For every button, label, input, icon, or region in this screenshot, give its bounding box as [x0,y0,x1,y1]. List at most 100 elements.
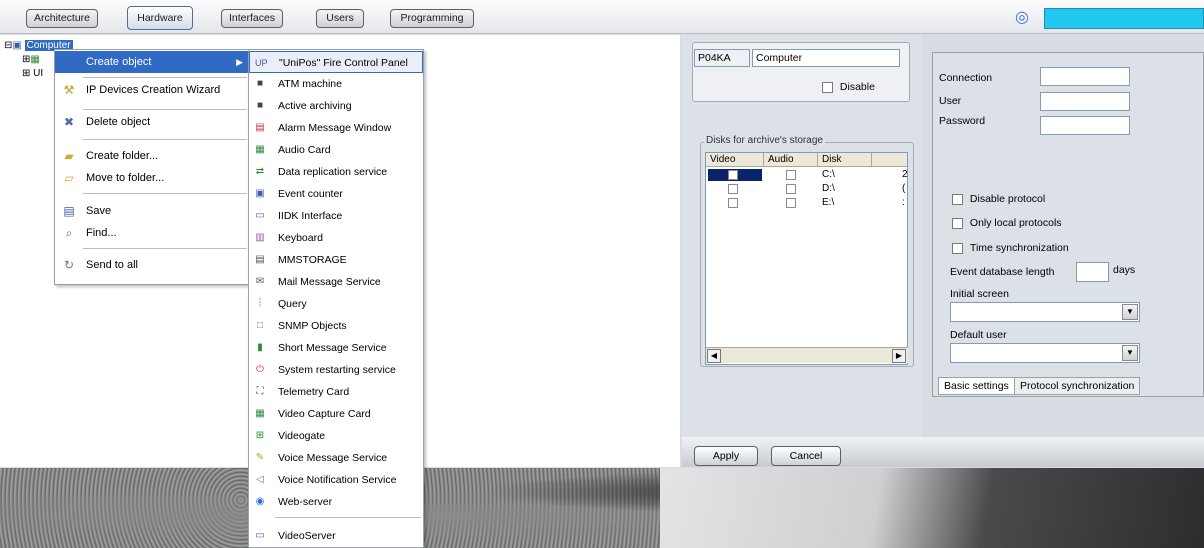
submenu-item-audio-card[interactable]: ▦ Audio Card [249,139,423,161]
menu-item-delete[interactable]: ✖ Delete object [55,111,249,133]
menu-label: Send to all [86,259,138,271]
cancel-button[interactable]: Cancel [771,446,841,466]
menu-item-find[interactable]: ⌕ Find... [55,222,249,244]
apply-button[interactable]: Apply [694,446,758,466]
submenu-item-alarm-window[interactable]: ▤ Alarm Message Window [249,117,423,139]
col-header-disk[interactable]: Disk [818,153,872,167]
submenu-item-sms[interactable]: ▮ Short Message Service [249,337,423,359]
menu-item-create-folder[interactable]: ▰ Create folder... [55,145,249,167]
disable-checkbox[interactable] [822,81,833,93]
chevron-down-icon[interactable]: ▼ [1122,304,1138,320]
object-name-field[interactable]: Computer [752,49,900,67]
col-header-extra[interactable] [872,153,907,167]
default-user-label: Default user [950,329,1007,341]
submenu-item-videoserver[interactable]: ▭ VideoServer [249,525,423,547]
top-toolbar: Architecture Hardware Interfaces Users P… [0,0,1204,34]
submenu-label: Audio Card [278,144,331,156]
extra-cell: 2 [902,169,908,180]
connection-field[interactable] [1040,67,1130,86]
tab-basic-settings[interactable]: Basic settings [938,377,1015,395]
submenu-item-web-server[interactable]: ◉ Web-server [249,491,423,513]
disk-cell: D:\ [822,183,835,194]
disable-protocol-checkbox[interactable] [952,193,963,205]
disable-checkbox-row[interactable]: Disable [822,80,875,94]
context-menu: Create object ▶ ⚒ IP Devices Creation Wi… [54,49,250,285]
submenu-item-telemetry[interactable]: ⛶ Telemetry Card [249,381,423,403]
submenu-item-event-counter[interactable]: ▣ Event counter [249,183,423,205]
video-checkbox[interactable] [728,198,738,208]
chevron-down-icon[interactable]: ▼ [1122,345,1138,361]
col-header-audio[interactable]: Audio [764,153,818,167]
tab-interfaces[interactable]: Interfaces [221,9,283,28]
submenu-item-unipos[interactable]: UP "UniPos" Fire Control Panel [249,51,423,73]
menu-label: Delete object [86,116,151,128]
storage-icon: ▤ [255,254,265,265]
time-sync-row[interactable]: Time synchronization [952,241,1069,255]
expand-icon[interactable]: ⊞ [22,68,30,79]
menu-item-move-folder[interactable]: ▱ Move to folder... [55,167,249,189]
submenu-label: SNMP Objects [278,320,347,332]
submenu-item-voice-message[interactable]: ✎ Voice Message Service [249,447,423,469]
submenu-item-video-card[interactable]: ▦ Video Capture Card [249,403,423,425]
user-field[interactable] [1040,92,1130,111]
submenu-label: Active archiving [278,100,352,112]
col-header-video[interactable]: Video [706,153,764,167]
tab-hardware[interactable]: Hardware [127,6,193,30]
submenu-item-query[interactable]: ⫶ Query [249,293,423,315]
initial-screen-select[interactable]: ▼ [950,302,1140,322]
iidk-icon: ▭ [255,210,265,221]
horizontal-scrollbar[interactable]: ◀ ▶ [706,347,908,363]
create-object-submenu: UP "UniPos" Fire Control Panel ■ ATM machi… [248,49,424,548]
audio-checkbox[interactable] [786,170,796,180]
tab-programming[interactable]: Programming [390,9,474,28]
menu-label: IP Devices Creation Wizard [86,84,221,96]
archive-icon: ■ [256,100,264,111]
submenu-item-atm[interactable]: ■ ATM machine [249,73,423,95]
snmp-icon: □ [256,320,264,331]
submenu-item-active-archiving[interactable]: ■ Active archiving [249,95,423,117]
send-all-icon: ↻ [63,258,75,272]
default-user-select[interactable]: ▼ [950,343,1140,363]
object-id-field[interactable]: P04KA [694,49,750,67]
videogate-icon: ⊞ [255,430,265,441]
menu-item-send-all[interactable]: ↻ Send to all [55,254,249,276]
only-local-checkbox[interactable] [952,217,963,229]
video-checkbox[interactable] [728,184,738,194]
password-label: Password [939,115,986,127]
tab-users[interactable]: Users [316,9,364,28]
tab-architecture[interactable]: Architecture [26,9,98,28]
only-local-row[interactable]: Only local protocols [952,216,1062,230]
scroll-right-icon[interactable]: ▶ [892,349,906,363]
submenu-item-iidk[interactable]: ▭ IIDK Interface [249,205,423,227]
submenu-item-mail[interactable]: ✉ Mail Message Service [249,271,423,293]
disable-protocol-row[interactable]: Disable protocol [952,192,1045,206]
status-bar [1044,8,1204,29]
submenu-label: MMSTORAGE [278,254,347,266]
event-counter-icon: ▣ [255,188,265,199]
menu-item-save[interactable]: ▤ Save [55,200,249,222]
menu-item-ip-wizard[interactable]: ⚒ IP Devices Creation Wizard [55,79,249,101]
unipos-icon: UP [255,58,268,68]
disk-cell: E:\ [822,197,835,208]
submenu-item-replication[interactable]: ⇄ Data replication service [249,161,423,183]
submenu-item-keyboard[interactable]: ▥ Keyboard [249,227,423,249]
video-checkbox[interactable] [728,170,738,180]
disk-cell: C:\ [822,169,835,180]
event-db-days-field[interactable] [1076,262,1109,282]
submenu-item-restart[interactable]: ⏻ System restarting service [249,359,423,381]
scroll-left-icon[interactable]: ◀ [707,349,721,363]
menu-separator [83,193,247,194]
menu-item-create-object[interactable]: Create object ▶ [55,51,249,73]
submenu-label: Query [278,298,307,310]
submenu-label: Videogate [278,430,326,442]
audio-checkbox[interactable] [786,198,796,208]
tab-protocol-sync[interactable]: Protocol synchronization [1014,377,1141,395]
audio-checkbox[interactable] [786,184,796,194]
initial-screen-label: Initial screen [950,288,1009,300]
time-sync-checkbox[interactable] [952,242,963,254]
submenu-item-snmp[interactable]: □ SNMP Objects [249,315,423,337]
submenu-item-mmstorage[interactable]: ▤ MMSTORAGE [249,249,423,271]
submenu-item-videogate[interactable]: ⊞ Videogate [249,425,423,447]
password-field[interactable] [1040,116,1130,135]
submenu-item-voice-notify[interactable]: ◁ Voice Notification Service [249,469,423,491]
